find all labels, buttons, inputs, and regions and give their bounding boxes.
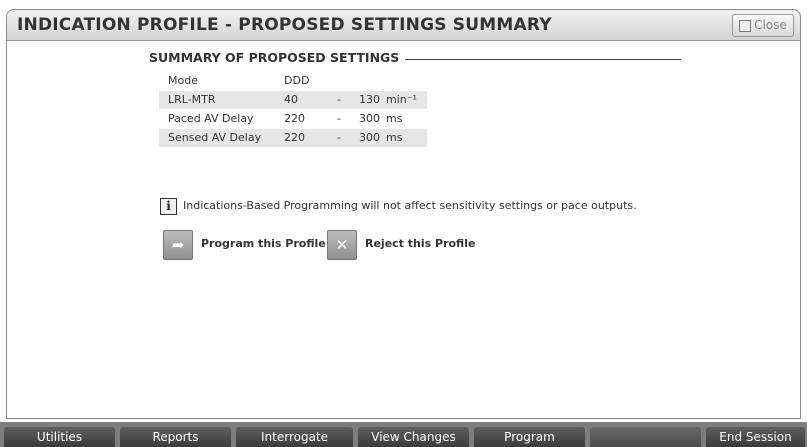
tab-program[interactable]: Program: [474, 427, 585, 447]
summary-section-header: SUMMARY OF PROPOSED SETTINGS: [149, 50, 681, 68]
reject-profile-label: Reject this Profile: [365, 237, 476, 250]
range-separator: -: [337, 112, 341, 125]
tab-view-changes[interactable]: View Changes: [358, 427, 469, 447]
setting-unit: ms: [386, 112, 403, 125]
info-icon: i: [160, 198, 177, 215]
setting-unit: min⁻¹: [386, 93, 417, 106]
program-arrow-icon[interactable]: ➦: [163, 230, 193, 260]
reject-x-icon[interactable]: ✕: [327, 230, 357, 260]
setting-unit: ms: [386, 131, 403, 144]
setting-label: Sensed AV Delay: [168, 131, 262, 144]
table-row: Sensed AV Delay 220 - 300 ms: [159, 129, 427, 147]
close-icon: [739, 19, 752, 32]
tab-end-session[interactable]: End Session: [706, 427, 805, 447]
table-row: Mode DDD: [159, 72, 427, 90]
setting-label: Paced AV Delay: [168, 112, 254, 125]
bottom-toolbar: Utilities Reports Interrogate View Chang…: [0, 422, 807, 447]
table-row: Paced AV Delay 220 - 300 ms: [159, 110, 427, 128]
table-row: LRL-MTR 40 - 130 min⁻¹: [159, 91, 427, 109]
setting-min-value: 220: [284, 112, 305, 125]
summary-heading: SUMMARY OF PROPOSED SETTINGS: [149, 50, 406, 65]
close-button[interactable]: Close: [732, 14, 794, 37]
setting-label: LRL-MTR: [168, 93, 216, 106]
indication-profile-window: INDICATION PROFILE - PROPOSED SETTINGS S…: [6, 9, 801, 419]
window-title: INDICATION PROFILE - PROPOSED SETTINGS S…: [17, 15, 552, 35]
setting-label: Mode: [168, 74, 198, 87]
info-text: Indications-Based Programming will not a…: [183, 199, 637, 212]
title-bar: INDICATION PROFILE - PROPOSED SETTINGS S…: [7, 10, 800, 41]
range-separator: -: [337, 131, 341, 144]
settings-table: Mode DDD LRL-MTR 40 - 130 min⁻¹ Paced AV…: [159, 72, 427, 148]
close-button-label: Close: [754, 18, 787, 32]
tab-blank[interactable]: [590, 427, 701, 447]
setting-min-value: 220: [284, 131, 305, 144]
range-separator: -: [337, 93, 341, 106]
program-profile-label: Program this Profile: [201, 237, 326, 250]
setting-min-value: 40: [284, 93, 298, 106]
setting-max-value: 300: [359, 112, 380, 125]
tab-utilities[interactable]: Utilities: [4, 427, 115, 447]
tab-interrogate[interactable]: Interrogate: [236, 427, 353, 447]
setting-max-value: 130: [359, 93, 380, 106]
setting-max-value: 300: [359, 131, 380, 144]
tab-reports[interactable]: Reports: [120, 427, 231, 447]
setting-value: DDD: [284, 74, 310, 87]
